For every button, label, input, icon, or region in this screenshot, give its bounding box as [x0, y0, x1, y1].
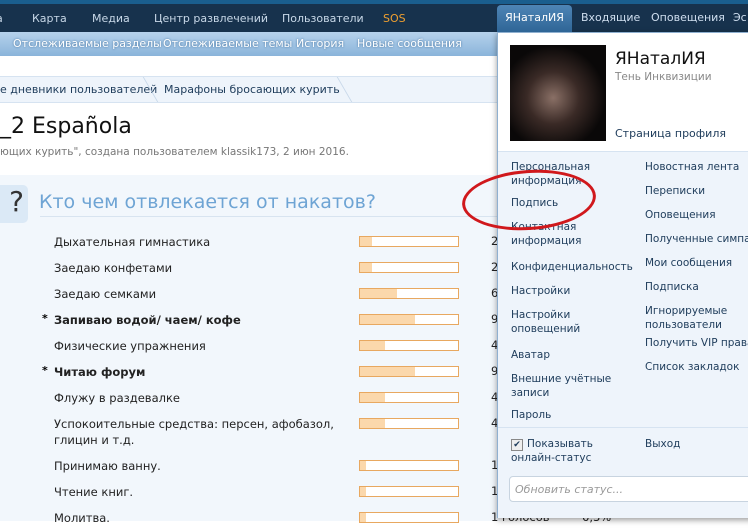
vote-bar-fill — [360, 461, 367, 470]
account-link[interactable]: Список закладок — [645, 360, 748, 374]
vote-bar-fill — [360, 487, 367, 496]
user-title: Тень Инквизиции — [615, 71, 712, 83]
subnav-history[interactable]: История — [296, 37, 344, 50]
option-label: Молитва. — [54, 511, 110, 525]
vote-bar-fill — [360, 289, 397, 298]
account-link[interactable]: Конфиденциальность — [511, 260, 633, 274]
subnav-new-posts[interactable]: Новые сообщения — [357, 37, 462, 50]
nav-map[interactable]: Карта — [32, 12, 67, 25]
thread-title: _2 Española — [0, 114, 132, 139]
account-link[interactable]: Настройки оповещений — [511, 308, 621, 336]
option-label: Флужу в раздевалке — [54, 391, 180, 405]
selected-marker: * — [42, 312, 48, 325]
vote-bar-fill — [360, 263, 373, 272]
status-input[interactable]: Обновить статус... — [509, 476, 748, 502]
account-link[interactable]: Игнорируемые пользователи — [645, 304, 748, 332]
account-link[interactable]: Пароль — [511, 408, 621, 422]
vote-bar-fill — [360, 237, 373, 246]
account-link[interactable]: Подписка — [645, 280, 748, 294]
vote-bar — [359, 460, 459, 471]
vote-bar-fill — [360, 367, 416, 376]
option-label: Успокоительные средства: персен, афобазо… — [54, 417, 334, 447]
divider — [40, 216, 500, 217]
account-link[interactable]: Мои сообщения — [645, 256, 748, 270]
checkbox-icon[interactable]: ✔ — [511, 439, 523, 451]
account-dropdown: ЯНаталИЯ Тень Инквизиции Страница профил… — [497, 32, 748, 518]
account-link[interactable]: Новостная лента — [645, 160, 748, 174]
vote-bar-fill — [360, 341, 385, 350]
username: ЯНаталИЯ — [615, 49, 706, 69]
account-link[interactable]: Получить VIP права — [645, 336, 748, 350]
selected-marker: * — [42, 364, 48, 377]
show-online-label: Показывать онлайн-статус — [511, 438, 593, 464]
profile-page-link[interactable]: Страница профиля — [615, 127, 726, 140]
account-link[interactable]: Внешние учётные записи — [511, 372, 621, 400]
account-link[interactable]: Аватар — [511, 348, 621, 362]
account-link[interactable]: Полученные симпатии — [645, 232, 748, 246]
vote-bar — [359, 262, 459, 273]
subnav-watched-forums[interactable]: Отслеживаемые разделы — [13, 37, 162, 50]
vote-bar — [359, 314, 459, 325]
option-label: Запиваю водой/ чаем/ кофе — [54, 313, 241, 327]
thread-subtitle: ющих курить", создана пользователем klas… — [0, 146, 349, 158]
vote-bar — [359, 392, 459, 403]
logout-link[interactable]: Выход — [645, 437, 748, 451]
vote-bar — [359, 340, 459, 351]
option-label: Дыхательная гимнастика — [54, 235, 211, 249]
subnav-watched-threads[interactable]: Отслеживаемые темы — [163, 37, 292, 50]
vote-bar-fill — [360, 393, 385, 402]
option-label: Заедаю семками — [54, 287, 157, 301]
vote-bar — [359, 236, 459, 247]
vote-bar — [359, 486, 459, 497]
vote-bar-fill — [360, 419, 385, 428]
option-label: Заедаю конфетами — [54, 261, 173, 275]
account-link[interactable]: Оповещения — [645, 208, 748, 222]
nav-sos[interactable]: SOS — [383, 12, 406, 25]
vote-bar-fill — [360, 315, 416, 324]
vote-bar — [359, 366, 459, 377]
option-label: Чтение книг. — [54, 485, 134, 499]
account-tab[interactable]: ЯНаталИЯ — [497, 5, 572, 32]
account-link[interactable]: Настройки — [511, 284, 621, 298]
option-label: Физические упражнения — [54, 339, 206, 353]
option-label: Читаю форум — [54, 365, 146, 379]
account-link[interactable]: Переписки — [645, 184, 748, 198]
vote-bar — [359, 418, 459, 429]
option-label: Принимаю ванну. — [54, 459, 161, 473]
tab-alerts[interactable]: Оповещения — [651, 11, 725, 24]
nav-users[interactable]: Пользователи — [282, 12, 364, 25]
poll-question: Кто чем отвлекается от накатов? — [39, 191, 376, 213]
vote-bar — [359, 512, 459, 523]
breadcrumb-item[interactable]: Марафоны бросающих курить — [164, 83, 340, 96]
vote-bar — [359, 288, 459, 299]
tab-inbox[interactable]: Входящие — [581, 11, 640, 24]
tab-more[interactable]: Эс — [733, 11, 747, 24]
nav-media[interactable]: Медиа — [92, 12, 130, 25]
nav-entertainment[interactable]: Центр развлечений — [154, 12, 268, 25]
show-online-status-checkbox[interactable]: ✔ Показывать онлайн-статус — [511, 437, 631, 465]
account-footer: ✔ Показывать онлайн-статус Выход Обновить… — [498, 427, 748, 518]
nav-item[interactable]: а — [0, 12, 3, 25]
avatar[interactable] — [510, 45, 606, 141]
breadcrumb: е дневники пользователей Марафоны бросаю… — [0, 76, 500, 103]
question-icon: ? — [0, 185, 28, 223]
